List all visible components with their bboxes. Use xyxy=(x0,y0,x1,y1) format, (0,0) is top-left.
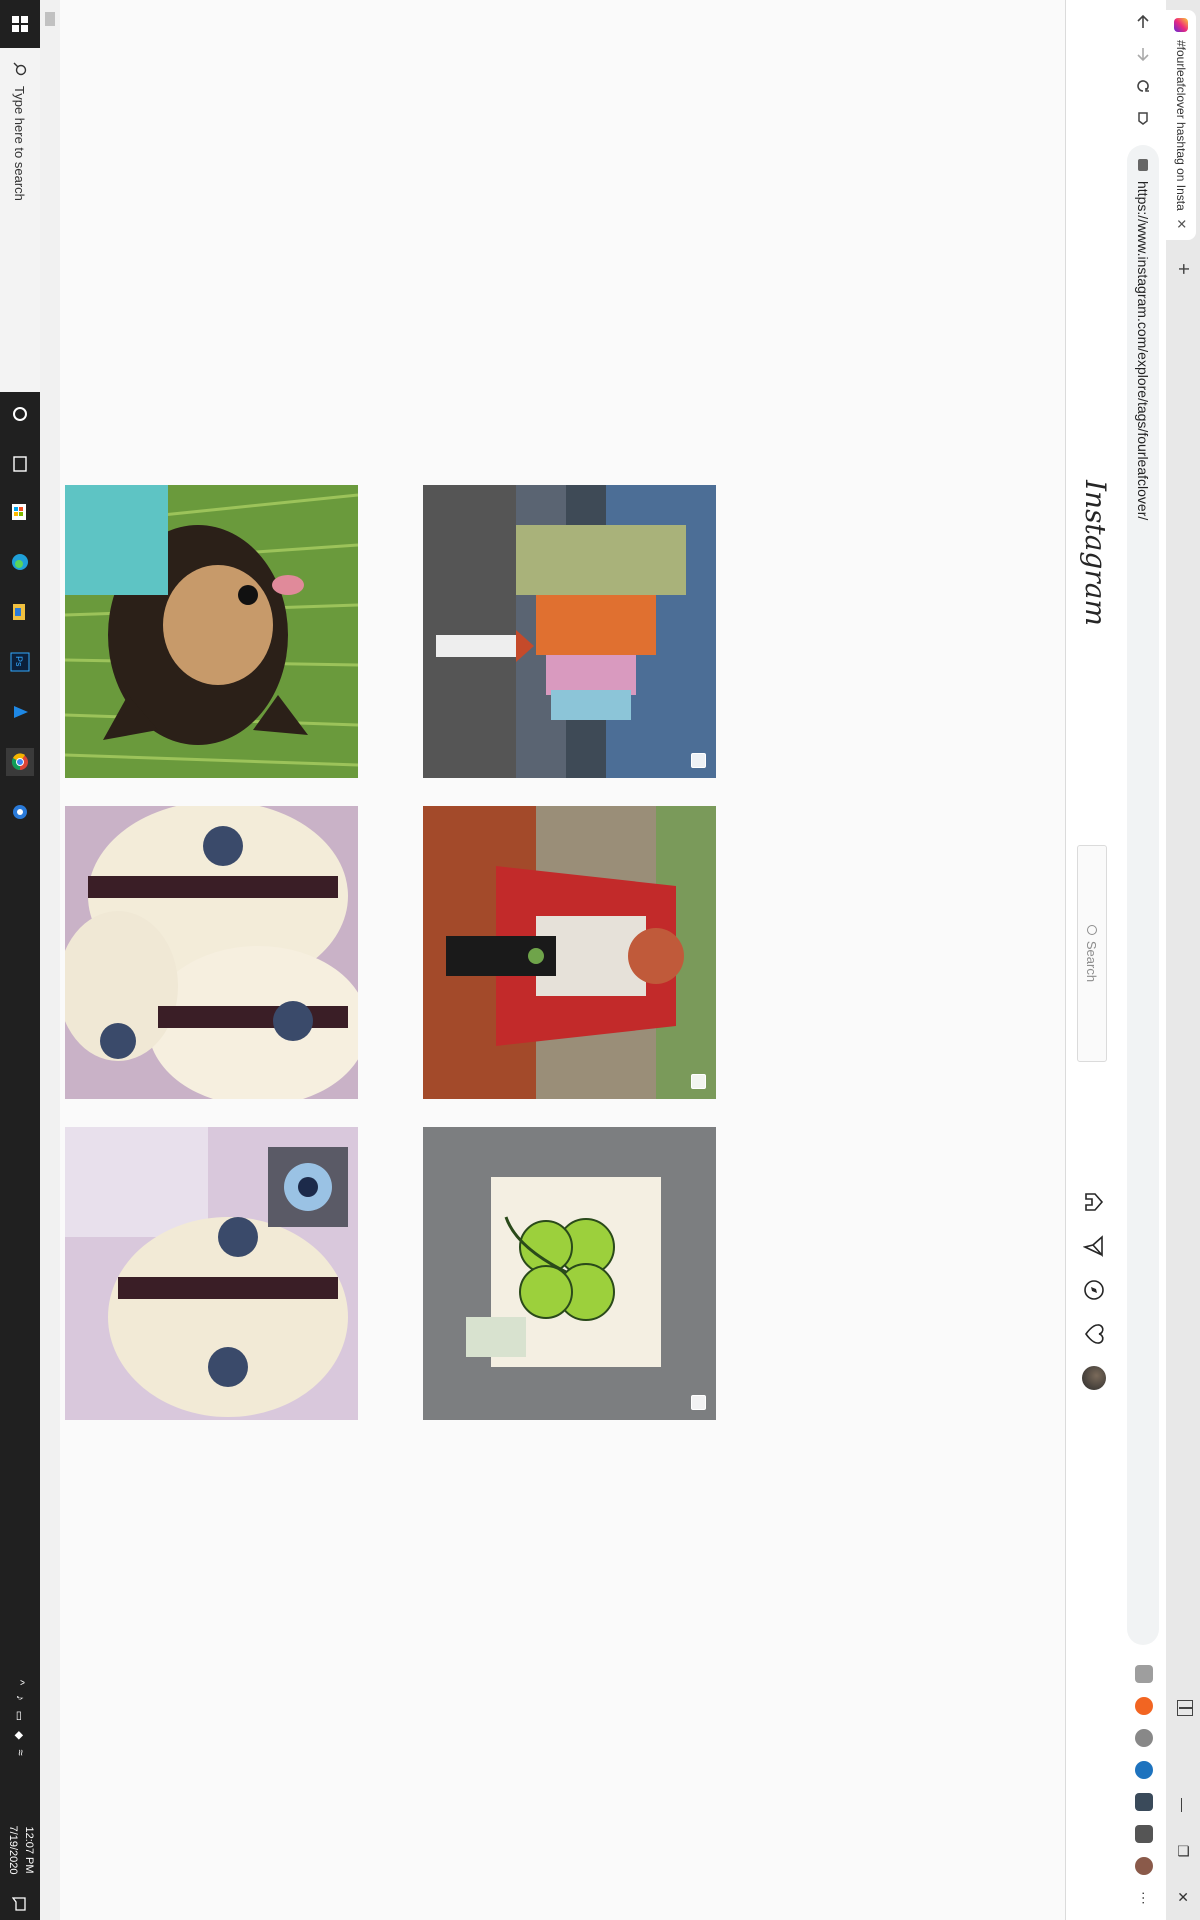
search-placeholder: Search xyxy=(1084,940,1100,983)
extension-circle-icon[interactable] xyxy=(1135,1729,1153,1747)
taskbar-search[interactable]: Type here to search xyxy=(0,48,40,392)
explore-icon[interactable] xyxy=(1082,1278,1106,1302)
panama-hats-image xyxy=(65,806,358,1099)
reload-icon[interactable] xyxy=(1129,72,1157,100)
restore-button[interactable]: ❐ xyxy=(1166,1828,1200,1874)
browser-toolbar: https://www.instagram.com/explore/tags/f… xyxy=(1119,0,1166,1920)
minimize-button[interactable]: — xyxy=(1166,1782,1200,1828)
extension-blue-icon[interactable] xyxy=(1135,1761,1153,1779)
post-hat-eye-boxes[interactable] xyxy=(65,1127,358,1420)
network-icon[interactable]: ≈ xyxy=(14,1750,26,1756)
url-text: https://www.instagram.com/explore/tags/f… xyxy=(1135,181,1151,521)
taskbar-clock[interactable]: 12:07 PM 7/19/2020 xyxy=(5,1810,37,1890)
edge-icon[interactable] xyxy=(6,548,34,576)
chrome-icon[interactable] xyxy=(6,748,34,776)
cortana-icon[interactable] xyxy=(6,400,34,428)
azure-icon[interactable] xyxy=(6,698,34,726)
browser-tab[interactable]: #fourleafclover hashtag on Insta ✕ xyxy=(1166,10,1196,240)
post-adirondack-chairs[interactable] xyxy=(423,485,716,778)
screen: #fourleafclover hashtag on Insta ✕ + — ❐… xyxy=(0,0,1200,1920)
hat-eye-boxes-image xyxy=(65,1127,358,1420)
browser-tab-bar: #fourleafclover hashtag on Insta ✕ + — ❐… xyxy=(1166,0,1200,1920)
chevron-up-icon[interactable]: ^ xyxy=(14,1680,26,1685)
clock-date: 7/19/2020 xyxy=(7,1825,19,1875)
store-icon[interactable] xyxy=(6,498,34,526)
search-input[interactable]: Search xyxy=(1077,845,1107,1062)
post-red-jacket[interactable] xyxy=(423,806,716,1099)
windows-taskbar: Type here to search Ps ^ ♪ ▭ ◆ ≈ 12:07 P… xyxy=(0,0,40,1920)
extensions-puzzle-icon[interactable] xyxy=(1135,1825,1153,1843)
instagram-favicon-icon xyxy=(1174,18,1188,32)
menu-dots-icon[interactable]: ⋯ xyxy=(1135,1889,1153,1907)
new-tab-button[interactable]: + xyxy=(1171,258,1194,280)
volume-icon[interactable]: ♪ xyxy=(14,1695,26,1701)
clock-time: 12:07 PM xyxy=(23,1826,35,1874)
scroll-thumb[interactable] xyxy=(45,12,55,26)
instagram-nav xyxy=(1082,1190,1106,1390)
search-icon xyxy=(13,58,27,80)
red-jacket-image xyxy=(423,806,716,1099)
task-view-icon[interactable] xyxy=(6,450,34,478)
instagram-header: Instagram Search xyxy=(1065,0,1120,1920)
activity-heart-icon[interactable] xyxy=(1082,1322,1106,1346)
clover-card-image xyxy=(423,1127,716,1420)
dropbox-icon[interactable]: ◆ xyxy=(14,1731,27,1739)
post-clover-card[interactable] xyxy=(423,1127,716,1420)
taskbar-search-placeholder: Type here to search xyxy=(12,86,28,201)
tab-layout-icon[interactable] xyxy=(1177,1700,1193,1716)
post-panama-hats[interactable] xyxy=(65,806,358,1099)
extension-dark-icon[interactable] xyxy=(1135,1793,1153,1811)
forward-icon[interactable] xyxy=(1129,40,1157,68)
battery-icon[interactable]: ▭ xyxy=(14,1711,27,1721)
extension-orange-icon[interactable] xyxy=(1135,1697,1153,1715)
system-tray: ^ ♪ ▭ ◆ ≈ xyxy=(0,1680,40,1756)
settings-app-icon[interactable] xyxy=(6,798,34,826)
close-tab-icon[interactable]: ✕ xyxy=(1173,216,1189,232)
extension-g-icon[interactable] xyxy=(1135,1665,1153,1683)
profile-avatar[interactable] xyxy=(1082,1366,1106,1390)
svg-text:Ps: Ps xyxy=(14,656,24,667)
home-browser-icon[interactable] xyxy=(1129,104,1157,132)
search-icon xyxy=(1087,924,1097,935)
back-icon[interactable] xyxy=(1129,8,1157,36)
photoshop-icon[interactable]: Ps xyxy=(6,648,34,676)
instagram-logo[interactable]: Instagram xyxy=(1079,480,1112,626)
multi-post-icon xyxy=(691,1395,706,1410)
close-window-button[interactable]: ✕ xyxy=(1166,1874,1200,1920)
direct-icon[interactable] xyxy=(1082,1234,1106,1258)
windows-start-icon[interactable] xyxy=(0,0,40,48)
notification-icon[interactable] xyxy=(6,1890,34,1918)
multi-post-icon xyxy=(691,753,706,768)
adirondack-chairs-image xyxy=(423,485,716,778)
post-shiba-dog[interactable] xyxy=(65,485,358,778)
shiba-dog-image xyxy=(65,485,358,778)
file-explorer-icon[interactable] xyxy=(6,598,34,626)
multi-post-icon xyxy=(691,1074,706,1089)
address-bar[interactable]: https://www.instagram.com/explore/tags/f… xyxy=(1127,145,1159,1645)
rotated-screen: #fourleafclover hashtag on Insta ✕ + — ❐… xyxy=(0,0,1200,1920)
home-icon[interactable] xyxy=(1082,1190,1106,1214)
horizontal-scrollbar[interactable] xyxy=(40,0,60,1920)
tab-title: #fourleafclover hashtag on Insta xyxy=(1174,40,1188,211)
lock-icon xyxy=(1138,159,1148,171)
profile-z-icon[interactable] xyxy=(1135,1857,1153,1875)
